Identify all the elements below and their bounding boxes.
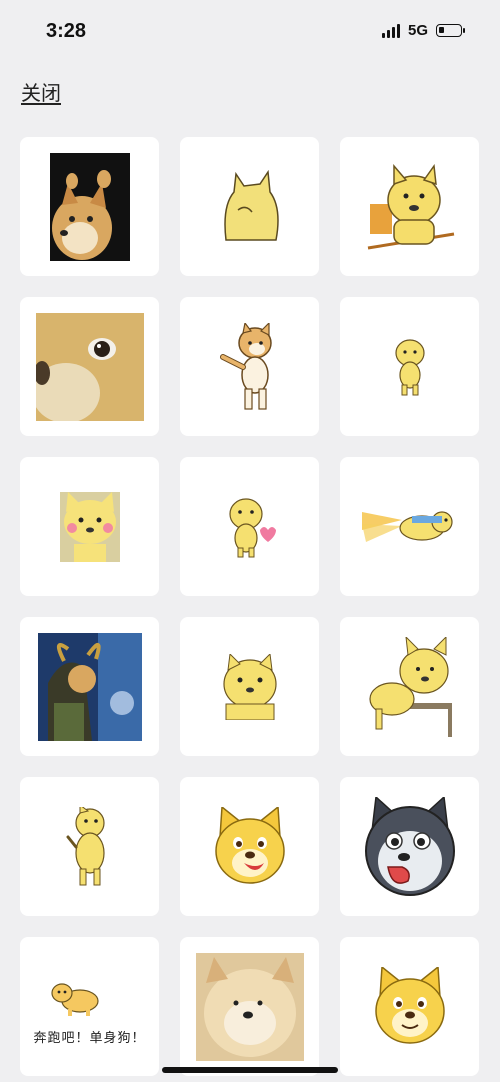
sticker-doge-running[interactable]: 奔跑吧！单身狗！ bbox=[20, 937, 159, 1076]
sticker-doge-face-zoom[interactable] bbox=[180, 617, 319, 756]
doge-running-image bbox=[51, 983, 99, 1016]
doge-back-image bbox=[223, 169, 279, 241]
status-time: 3:28 bbox=[46, 20, 87, 42]
sticker-doge-on-chair[interactable] bbox=[340, 137, 479, 276]
sticker-doge-holding-heart[interactable] bbox=[180, 457, 319, 596]
sticker-doge-back-view[interactable] bbox=[180, 137, 319, 276]
doge-table-image bbox=[368, 636, 452, 737]
home-indicator[interactable] bbox=[162, 1067, 338, 1073]
status-icons: 5G bbox=[381, 22, 465, 39]
loki-doge-image bbox=[37, 632, 142, 741]
sticker-caption: 奔跑吧！单身狗！ bbox=[33, 1030, 146, 1045]
sticker-doge-leaning-table[interactable] bbox=[340, 617, 479, 756]
doge-smile-image bbox=[374, 966, 445, 1044]
sticker-grid: 奔跑吧！单身狗！ bbox=[20, 137, 479, 1076]
doge-small-image bbox=[394, 338, 425, 395]
doge-photo-image bbox=[49, 152, 130, 261]
close-link[interactable]: 关闭 bbox=[21, 77, 61, 106]
sticker-doge-fluffy-photo[interactable] bbox=[180, 937, 319, 1076]
doge-chair-image bbox=[367, 163, 454, 249]
sticker-doge-emoji-tongue[interactable] bbox=[180, 777, 319, 916]
doge-emoji-image bbox=[214, 806, 285, 884]
sticker-doge-flying-sword[interactable] bbox=[340, 457, 479, 596]
doge-blush-image bbox=[59, 491, 120, 562]
doge-heart-image bbox=[228, 497, 276, 557]
sticker-doge-blushing[interactable] bbox=[20, 457, 159, 596]
husky-emoji-image bbox=[364, 796, 455, 896]
doge-face-image bbox=[222, 653, 277, 720]
status-bar: 3:28 5G bbox=[0, 0, 500, 62]
sticker-doge-standing-side[interactable] bbox=[20, 777, 159, 916]
sticker-husky-emoji-tongue[interactable] bbox=[340, 777, 479, 916]
sticker-doge-small-standing[interactable] bbox=[340, 297, 479, 436]
signal-icon bbox=[381, 23, 400, 38]
battery-icon bbox=[436, 24, 465, 37]
doge-side-image bbox=[66, 806, 105, 885]
doge-eye-image bbox=[35, 312, 144, 421]
sticker-doge-photo-black-bg[interactable] bbox=[20, 137, 159, 276]
shiba-dance-image bbox=[219, 322, 272, 410]
sticker-loki-doge[interactable] bbox=[20, 617, 159, 756]
network-type: 5G bbox=[407, 22, 428, 39]
doge-flying-image bbox=[361, 510, 453, 542]
sticker-doge-emoji-smile[interactable] bbox=[340, 937, 479, 1076]
doge-fluffy-image bbox=[195, 952, 304, 1061]
sticker-shiba-dancing[interactable] bbox=[180, 297, 319, 436]
sticker-doge-eye-closeup[interactable] bbox=[20, 297, 159, 436]
